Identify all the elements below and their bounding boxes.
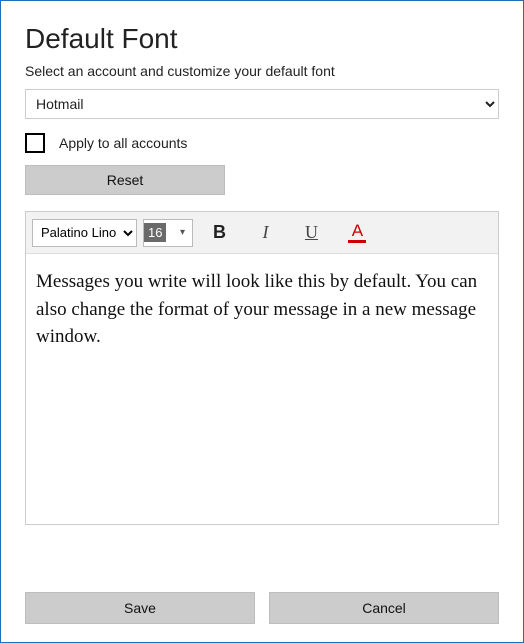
font-color-button[interactable]: A <box>337 218 377 248</box>
cancel-button[interactable]: Cancel <box>269 592 499 624</box>
font-color-glyph: A <box>352 222 363 239</box>
font-size-select[interactable]: 16 ▾ <box>143 219 193 247</box>
reset-button[interactable]: Reset <box>25 165 225 195</box>
apply-all-checkbox[interactable] <box>25 133 45 153</box>
save-button[interactable]: Save <box>25 592 255 624</box>
editor-box: Palatino Lino 16 ▾ B I U A Messages you … <box>25 211 499 525</box>
dialog-footer: Save Cancel <box>25 592 499 624</box>
apply-all-label: Apply to all accounts <box>59 135 187 151</box>
format-toolbar: Palatino Lino 16 ▾ B I U A <box>26 212 498 254</box>
font-color-bar-icon <box>348 240 366 243</box>
bold-button[interactable]: B <box>199 218 239 248</box>
italic-button[interactable]: I <box>245 218 285 248</box>
font-size-value: 16 <box>144 223 166 242</box>
underline-button[interactable]: U <box>291 218 331 248</box>
chevron-down-icon[interactable]: ▾ <box>172 220 192 246</box>
preview-text[interactable]: Messages you write will look like this b… <box>26 254 498 524</box>
account-select[interactable]: Hotmail <box>25 89 499 119</box>
font-family-select[interactable]: Palatino Lino <box>32 219 137 247</box>
page-title: Default Font <box>25 23 499 55</box>
page-subtitle: Select an account and customize your def… <box>25 63 499 79</box>
